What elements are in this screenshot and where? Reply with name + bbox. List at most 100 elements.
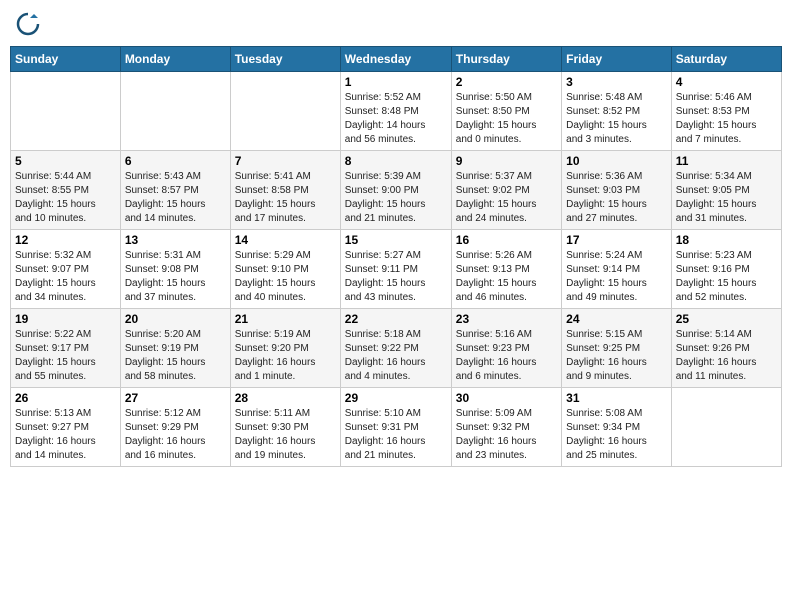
calendar-cell: 4 Sunrise: 5:46 AM Sunset: 8:53 PM Daylig…	[671, 72, 781, 151]
day-info: Sunrise: 5:44 AM Sunset: 8:55 PM Dayligh…	[15, 170, 116, 226]
calendar-week-5: 26 Sunrise: 5:13 AM Sunset: 9:27 PM Dayli…	[11, 388, 782, 467]
day-number: 11	[676, 154, 777, 168]
calendar-cell: 5 Sunrise: 5:44 AM Sunset: 8:55 PM Daylig…	[11, 151, 121, 230]
day-info: Sunrise: 5:52 AM Sunset: 8:48 PM Dayligh…	[345, 91, 447, 147]
day-info: Sunrise: 5:32 AM Sunset: 9:07 PM Dayligh…	[15, 249, 116, 305]
day-info: Sunrise: 5:29 AM Sunset: 9:10 PM Dayligh…	[235, 249, 336, 305]
calendar-cell: 15 Sunrise: 5:27 AM Sunset: 9:11 PM Dayli…	[340, 230, 451, 309]
day-number: 16	[456, 233, 557, 247]
calendar-cell: 25 Sunrise: 5:14 AM Sunset: 9:26 PM Dayli…	[671, 309, 781, 388]
day-info: Sunrise: 5:37 AM Sunset: 9:02 PM Dayligh…	[456, 170, 557, 226]
day-number: 1	[345, 75, 447, 89]
column-header-sunday: Sunday	[11, 47, 121, 72]
day-info: Sunrise: 5:23 AM Sunset: 9:16 PM Dayligh…	[676, 249, 777, 305]
day-info: Sunrise: 5:36 AM Sunset: 9:03 PM Dayligh…	[566, 170, 667, 226]
calendar-week-3: 12 Sunrise: 5:32 AM Sunset: 9:07 PM Dayli…	[11, 230, 782, 309]
day-info: Sunrise: 5:10 AM Sunset: 9:31 PM Dayligh…	[345, 407, 447, 463]
day-number: 6	[125, 154, 226, 168]
day-number: 22	[345, 312, 447, 326]
day-info: Sunrise: 5:50 AM Sunset: 8:50 PM Dayligh…	[456, 91, 557, 147]
day-info: Sunrise: 5:16 AM Sunset: 9:23 PM Dayligh…	[456, 328, 557, 384]
day-number: 29	[345, 391, 447, 405]
calendar-cell	[230, 72, 340, 151]
day-number: 8	[345, 154, 447, 168]
day-info: Sunrise: 5:13 AM Sunset: 9:27 PM Dayligh…	[15, 407, 116, 463]
day-number: 7	[235, 154, 336, 168]
day-info: Sunrise: 5:20 AM Sunset: 9:19 PM Dayligh…	[125, 328, 226, 384]
day-number: 25	[676, 312, 777, 326]
day-number: 20	[125, 312, 226, 326]
day-number: 15	[345, 233, 447, 247]
calendar-cell	[671, 388, 781, 467]
page-header	[10, 10, 782, 38]
calendar-cell: 19 Sunrise: 5:22 AM Sunset: 9:17 PM Dayli…	[11, 309, 121, 388]
calendar-cell: 22 Sunrise: 5:18 AM Sunset: 9:22 PM Dayli…	[340, 309, 451, 388]
day-info: Sunrise: 5:27 AM Sunset: 9:11 PM Dayligh…	[345, 249, 447, 305]
day-info: Sunrise: 5:41 AM Sunset: 8:58 PM Dayligh…	[235, 170, 336, 226]
calendar-cell: 17 Sunrise: 5:24 AM Sunset: 9:14 PM Dayli…	[562, 230, 672, 309]
day-number: 18	[676, 233, 777, 247]
calendar-cell: 7 Sunrise: 5:41 AM Sunset: 8:58 PM Daylig…	[230, 151, 340, 230]
day-number: 4	[676, 75, 777, 89]
day-info: Sunrise: 5:24 AM Sunset: 9:14 PM Dayligh…	[566, 249, 667, 305]
calendar-cell	[120, 72, 230, 151]
calendar-cell: 12 Sunrise: 5:32 AM Sunset: 9:07 PM Dayli…	[11, 230, 121, 309]
day-number: 19	[15, 312, 116, 326]
calendar-cell: 9 Sunrise: 5:37 AM Sunset: 9:02 PM Daylig…	[451, 151, 561, 230]
calendar-cell: 6 Sunrise: 5:43 AM Sunset: 8:57 PM Daylig…	[120, 151, 230, 230]
logo-icon	[14, 10, 42, 38]
calendar-cell: 18 Sunrise: 5:23 AM Sunset: 9:16 PM Dayli…	[671, 230, 781, 309]
calendar-cell: 28 Sunrise: 5:11 AM Sunset: 9:30 PM Dayli…	[230, 388, 340, 467]
day-number: 5	[15, 154, 116, 168]
column-header-wednesday: Wednesday	[340, 47, 451, 72]
calendar-header-row: SundayMondayTuesdayWednesdayThursdayFrid…	[11, 47, 782, 72]
day-number: 3	[566, 75, 667, 89]
day-info: Sunrise: 5:48 AM Sunset: 8:52 PM Dayligh…	[566, 91, 667, 147]
calendar-cell: 29 Sunrise: 5:10 AM Sunset: 9:31 PM Dayli…	[340, 388, 451, 467]
day-info: Sunrise: 5:18 AM Sunset: 9:22 PM Dayligh…	[345, 328, 447, 384]
day-info: Sunrise: 5:46 AM Sunset: 8:53 PM Dayligh…	[676, 91, 777, 147]
day-info: Sunrise: 5:11 AM Sunset: 9:30 PM Dayligh…	[235, 407, 336, 463]
calendar-cell: 24 Sunrise: 5:15 AM Sunset: 9:25 PM Dayli…	[562, 309, 672, 388]
day-info: Sunrise: 5:15 AM Sunset: 9:25 PM Dayligh…	[566, 328, 667, 384]
calendar-cell: 20 Sunrise: 5:20 AM Sunset: 9:19 PM Dayli…	[120, 309, 230, 388]
day-number: 27	[125, 391, 226, 405]
day-number: 13	[125, 233, 226, 247]
calendar-week-1: 1 Sunrise: 5:52 AM Sunset: 8:48 PM Daylig…	[11, 72, 782, 151]
day-info: Sunrise: 5:34 AM Sunset: 9:05 PM Dayligh…	[676, 170, 777, 226]
day-number: 24	[566, 312, 667, 326]
day-number: 21	[235, 312, 336, 326]
column-header-saturday: Saturday	[671, 47, 781, 72]
day-info: Sunrise: 5:12 AM Sunset: 9:29 PM Dayligh…	[125, 407, 226, 463]
day-info: Sunrise: 5:31 AM Sunset: 9:08 PM Dayligh…	[125, 249, 226, 305]
calendar-cell: 21Sunrise: 5:19 AM Sunset: 9:20 PM Dayli…	[230, 309, 340, 388]
calendar-cell: 1 Sunrise: 5:52 AM Sunset: 8:48 PM Daylig…	[340, 72, 451, 151]
day-number: 31	[566, 391, 667, 405]
day-number: 9	[456, 154, 557, 168]
calendar-cell: 23Sunrise: 5:16 AM Sunset: 9:23 PM Dayli…	[451, 309, 561, 388]
day-number: 28	[235, 391, 336, 405]
calendar-cell: 11 Sunrise: 5:34 AM Sunset: 9:05 PM Dayli…	[671, 151, 781, 230]
calendar-cell: 13 Sunrise: 5:31 AM Sunset: 9:08 PM Dayli…	[120, 230, 230, 309]
calendar-cell: 14 Sunrise: 5:29 AM Sunset: 9:10 PM Dayli…	[230, 230, 340, 309]
day-info: Sunrise: 5:09 AM Sunset: 9:32 PM Dayligh…	[456, 407, 557, 463]
calendar-week-4: 19 Sunrise: 5:22 AM Sunset: 9:17 PM Dayli…	[11, 309, 782, 388]
day-number: 14	[235, 233, 336, 247]
calendar-cell: 2Sunrise: 5:50 AM Sunset: 8:50 PM Daylig…	[451, 72, 561, 151]
day-info: Sunrise: 5:26 AM Sunset: 9:13 PM Dayligh…	[456, 249, 557, 305]
calendar-cell: 31 Sunrise: 5:08 AM Sunset: 9:34 PM Dayli…	[562, 388, 672, 467]
calendar-cell: 26 Sunrise: 5:13 AM Sunset: 9:27 PM Dayli…	[11, 388, 121, 467]
day-number: 17	[566, 233, 667, 247]
day-number: 26	[15, 391, 116, 405]
column-header-thursday: Thursday	[451, 47, 561, 72]
day-number: 30	[456, 391, 557, 405]
day-info: Sunrise: 5:14 AM Sunset: 9:26 PM Dayligh…	[676, 328, 777, 384]
day-number: 12	[15, 233, 116, 247]
day-info: Sunrise: 5:08 AM Sunset: 9:34 PM Dayligh…	[566, 407, 667, 463]
calendar-cell: 27 Sunrise: 5:12 AM Sunset: 9:29 PM Dayli…	[120, 388, 230, 467]
calendar-cell: 16 Sunrise: 5:26 AM Sunset: 9:13 PM Dayli…	[451, 230, 561, 309]
day-number: 10	[566, 154, 667, 168]
day-info: Sunrise: 5:22 AM Sunset: 9:17 PM Dayligh…	[15, 328, 116, 384]
calendar-cell: 30 Sunrise: 5:09 AM Sunset: 9:32 PM Dayli…	[451, 388, 561, 467]
day-info: Sunrise: 5:43 AM Sunset: 8:57 PM Dayligh…	[125, 170, 226, 226]
